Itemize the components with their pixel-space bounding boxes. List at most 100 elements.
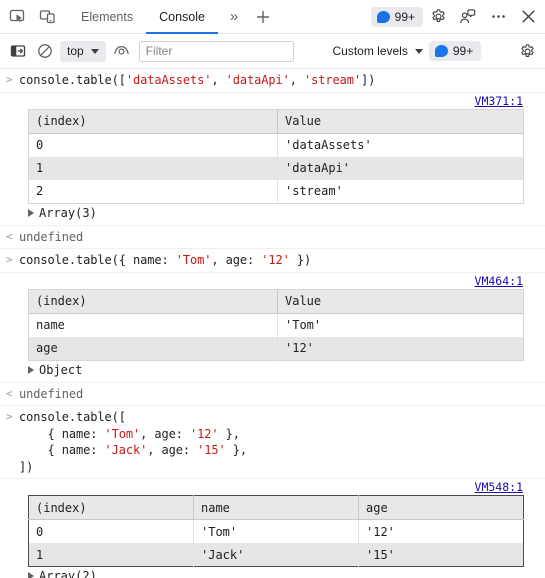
chevron-down-icon — [90, 48, 99, 54]
clear-console-icon[interactable] — [31, 38, 58, 64]
table-cell: 0 — [28, 519, 194, 543]
table-cell: name — [28, 313, 278, 337]
table-expander[interactable]: Array(2) — [0, 567, 545, 578]
tab-elements-label: Elements — [81, 9, 134, 24]
table-expander[interactable]: Object — [0, 361, 545, 380]
prompt-arrow-icon: > — [6, 253, 13, 266]
tab-elements[interactable]: Elements — [68, 0, 146, 34]
execution-context-value: top — [67, 44, 84, 58]
console-filterbar: top Custom levels 99+ — [0, 34, 545, 69]
table-header-row: (index) Value — [28, 289, 524, 314]
disclosure-triangle-icon[interactable] — [28, 365, 34, 374]
console-table[interactable]: (index) Value name 'Tom' age '12' — [28, 288, 524, 361]
table-column-header[interactable]: name — [193, 495, 359, 520]
table-column-header[interactable]: (index) — [28, 289, 278, 314]
table-cell: 'Tom' — [277, 313, 524, 337]
log-levels-label: Custom levels — [332, 44, 408, 58]
console-command-text: console.table(['dataAssets', 'dataApi', … — [19, 72, 375, 89]
device-toolbar-icon[interactable] — [32, 3, 62, 31]
console-command-entry: > console.table(['dataAssets', 'dataApi',… — [0, 69, 545, 93]
prompt-arrow-icon: > — [6, 73, 13, 86]
execution-context-selector[interactable]: top — [60, 40, 106, 62]
console-command-row: > console.table([ { name: 'Tom', age: '12… — [0, 406, 545, 478]
code-fragment: console.table({ name: — [19, 253, 176, 267]
add-tab-button[interactable] — [248, 3, 278, 31]
tab-console-label: Console — [159, 9, 205, 24]
table-column-header[interactable]: (index) — [28, 109, 278, 134]
code-fragment: , age: — [147, 443, 198, 457]
console-command-row: > console.table({ name: 'Tom', age: '12' … — [0, 249, 545, 272]
string-literal: 'stream' — [304, 73, 361, 87]
issues-badge-filterbar[interactable]: 99+ — [428, 41, 482, 61]
more-tabs-button[interactable]: » — [220, 3, 248, 31]
issues-badge-top[interactable]: 99+ — [370, 6, 423, 27]
table-cell: 'stream' — [277, 179, 524, 203]
ai-assistant-icon[interactable] — [453, 3, 483, 31]
issue-bubble-icon — [376, 10, 390, 23]
table-cell: 'dataApi' — [277, 156, 524, 180]
source-link[interactable]: VM548:1 — [475, 480, 523, 494]
devtools-panel: Elements Console » 99+ top Filter Custom… — [0, 0, 545, 578]
code-fragment: ]) — [361, 73, 376, 87]
code-fragment: , age: — [211, 253, 262, 267]
console-table-entry: VM548:1 (index) name age 0 'Tom' '12' 1 'Jack' '1… — [0, 479, 545, 578]
string-literal: 'Tom' — [104, 426, 141, 441]
issues-badge-top-count: 99+ — [394, 9, 415, 24]
table-cell: '12' — [277, 336, 524, 360]
table-row[interactable]: 0'dataAssets' — [28, 133, 524, 157]
devtools-tabs: Elements Console — [68, 0, 218, 34]
table-column-header[interactable]: age — [358, 495, 524, 520]
settings-gear-icon[interactable] — [423, 3, 453, 31]
console-command-text: console.table([ { name: 'Tom', age: '12'… — [19, 409, 247, 475]
tab-console[interactable]: Console — [146, 0, 218, 34]
table-cell: 0 — [28, 133, 278, 157]
more-options-icon[interactable] — [483, 3, 513, 31]
table-cell: 'Tom' — [193, 519, 359, 543]
table-cell: '12' — [358, 519, 524, 543]
table-column-header[interactable]: (index) — [28, 495, 194, 520]
table-cell: 1 — [28, 156, 278, 180]
string-literal: '12' — [261, 253, 290, 267]
string-literal: 'Jack' — [104, 443, 148, 457]
disclosure-triangle-icon[interactable] — [28, 208, 34, 217]
table-row[interactable]: age '12' — [28, 336, 524, 360]
log-levels-selector[interactable]: Custom levels — [326, 44, 428, 58]
filter-input[interactable] — [138, 40, 294, 62]
close-icon[interactable] — [513, 3, 543, 31]
code-fragment: , — [211, 73, 226, 87]
inspect-element-icon[interactable] — [2, 3, 32, 31]
console-result-row: < undefined — [0, 383, 545, 406]
table-header-row: (index) name age — [28, 495, 524, 520]
prompt-arrow-icon: > — [6, 410, 13, 423]
table-cell: '15' — [358, 543, 524, 567]
chevron-down-icon — [414, 48, 423, 54]
table-row[interactable]: name 'Tom' — [28, 313, 524, 337]
table-row[interactable]: 1 'Jack' '15' — [28, 543, 524, 567]
table-expander-label: Object — [39, 362, 83, 377]
issue-bubble-icon — [434, 45, 448, 57]
console-table-entry: VM464:1 (index) Value name 'Tom' age '12' Objec… — [0, 273, 545, 383]
table-row[interactable]: 2'stream' — [28, 179, 524, 203]
eye-icon[interactable] — [108, 38, 135, 64]
table-expander[interactable]: Array(3) — [0, 204, 545, 223]
console-table[interactable]: (index) Value 0'dataAssets' 1'dataApi' 2'str… — [28, 108, 524, 204]
console-result-text: undefined — [19, 386, 84, 401]
table-cell: 'dataAssets' — [277, 133, 524, 157]
source-link[interactable]: VM464:1 — [475, 274, 523, 288]
console-result-text: undefined — [19, 229, 84, 244]
table-column-header[interactable]: Value — [277, 109, 524, 134]
console-command-entry: > console.table({ name: 'Tom', age: '12' … — [0, 249, 545, 273]
console-output[interactable]: > console.table(['dataAssets', 'dataApi',… — [0, 69, 545, 578]
source-link[interactable]: VM371:1 — [475, 94, 523, 108]
string-literal: 'dataAssets' — [125, 73, 212, 87]
string-literal: '12' — [190, 426, 219, 441]
source-link-wrapper: VM371:1 — [0, 93, 545, 109]
console-settings-gear-icon[interactable] — [514, 38, 541, 64]
show-console-sidebar-icon[interactable] — [4, 38, 31, 64]
table-row[interactable]: 0 'Tom' '12' — [28, 519, 524, 543]
table-column-header[interactable]: Value — [277, 289, 524, 314]
disclosure-triangle-icon[interactable] — [28, 572, 34, 578]
console-table-entry: VM371:1 (index) Value 0'dataAssets' 1'dataAp… — [0, 93, 545, 226]
console-table[interactable]: (index) name age 0 'Tom' '12' 1 'Jack' '15' — [28, 495, 524, 567]
table-row[interactable]: 1'dataApi' — [28, 156, 524, 180]
